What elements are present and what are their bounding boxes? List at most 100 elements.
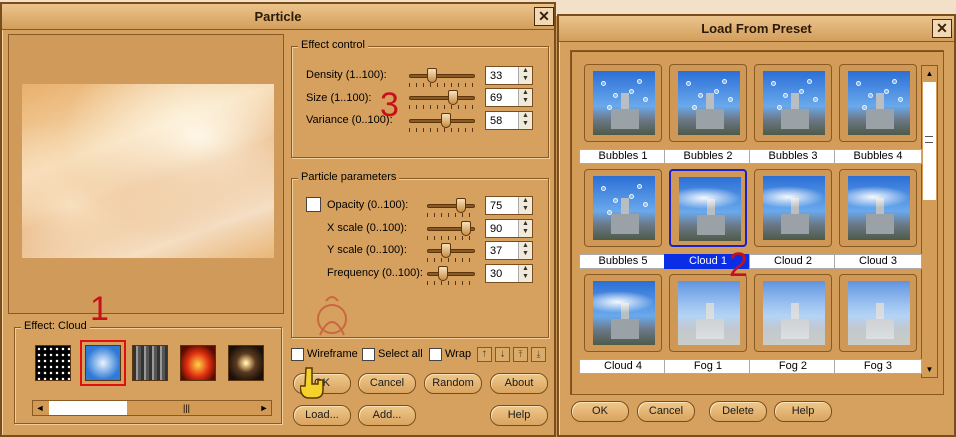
cloud-effect-thumb[interactable] [85, 345, 121, 381]
bubble-shape [698, 93, 703, 98]
preset-thumbnail [593, 71, 655, 135]
preset-tile[interactable] [669, 274, 747, 352]
preset-label[interactable]: Bubbles 3 [749, 149, 837, 164]
bubble-shape [643, 97, 648, 102]
preset-close-button[interactable]: ✕ [932, 19, 952, 38]
tower-shape [876, 93, 884, 109]
wireframe-checkbox[interactable] [291, 348, 304, 361]
preset-label[interactable]: Bubbles 4 [834, 149, 922, 164]
y-scale-value-field[interactable]: 37 ▲ ▼ [485, 241, 533, 260]
preset-label[interactable]: Fog 1 [664, 359, 752, 374]
tower-shape [621, 198, 629, 214]
frequency-value-field[interactable]: 30 ▲ ▼ [485, 264, 533, 283]
preset-scrollbar[interactable]: ▲ ▼ [921, 65, 938, 378]
cancel-button[interactable]: Cancel [358, 373, 416, 394]
wrap-checkbox[interactable] [429, 348, 442, 361]
bubble-shape [813, 97, 818, 102]
opacity-value-field[interactable]: 75 ▲ ▼ [485, 196, 533, 215]
x-scale-value: 90 [490, 223, 503, 235]
preset-label[interactable]: Cloud 2 [749, 254, 837, 269]
effect-scrollbar[interactable]: ◄ ||| ► [32, 400, 272, 416]
spin-arrows-icon[interactable]: ▲ ▼ [518, 220, 532, 237]
variance-value-field[interactable]: 58 ▲ ▼ [485, 111, 533, 130]
preset-tile[interactable] [839, 169, 917, 247]
preset-tile[interactable] [584, 64, 662, 142]
bubble-shape [714, 89, 719, 94]
move-bottom-icon[interactable]: ⤓ [531, 347, 546, 362]
preset-tile[interactable] [754, 169, 832, 247]
density-value-field[interactable]: 33 ▲ ▼ [485, 66, 533, 85]
density-slider-track[interactable] [409, 74, 475, 78]
preset-tile[interactable] [669, 169, 747, 247]
x-scale-slider-thumb[interactable] [461, 221, 472, 236]
spin-arrows-icon[interactable]: ▲ ▼ [518, 89, 532, 106]
preset-label[interactable]: Bubbles 2 [664, 149, 752, 164]
preset-tile[interactable] [839, 64, 917, 142]
y-scale-slider-thumb[interactable] [441, 243, 452, 258]
x-scale-value-field[interactable]: 90 ▲ ▼ [485, 219, 533, 238]
bubble-shape [637, 79, 642, 84]
preset-titlebar[interactable]: Load From Preset ✕ [559, 16, 954, 42]
size-slider-thumb[interactable] [447, 90, 458, 105]
scroll-down-button[interactable]: ▼ [922, 362, 937, 377]
preset-tile[interactable] [584, 274, 662, 352]
preset-tile[interactable] [754, 274, 832, 352]
size-value-field[interactable]: 69 ▲ ▼ [485, 88, 533, 107]
frequency-slider-thumb[interactable] [438, 266, 449, 281]
preset-ok-button[interactable]: OK [571, 401, 629, 422]
density-value: 33 [490, 70, 503, 82]
opacity-slider-track[interactable] [427, 204, 475, 208]
spin-arrows-icon[interactable]: ▲ ▼ [518, 242, 532, 259]
preset-delete-button[interactable]: Delete [709, 401, 767, 422]
preset-tile[interactable] [584, 169, 662, 247]
particle-titlebar[interactable]: Particle ✕ [2, 4, 554, 30]
opacity-slider-thumb[interactable] [455, 198, 466, 213]
preset-label[interactable]: Bubbles 5 [579, 254, 667, 269]
building-shape [866, 109, 894, 129]
variance-slider-thumb[interactable] [441, 113, 452, 128]
preset-thumbnail [593, 281, 655, 345]
random-button[interactable]: Random [424, 373, 482, 394]
about-button[interactable]: About [490, 373, 548, 394]
size-slider-ticks [409, 105, 475, 109]
frequency-slider-track[interactable] [427, 272, 475, 276]
preset-cancel-button[interactable]: Cancel [637, 401, 695, 422]
scroll-thumb[interactable] [49, 401, 127, 415]
opacity-slider-ticks [427, 213, 475, 217]
help-button[interactable]: Help [490, 405, 548, 426]
add-button[interactable]: Add... [358, 405, 416, 426]
scroll-left-button[interactable]: ◄ [33, 401, 47, 415]
preset-tile[interactable] [839, 274, 917, 352]
fog-shape [763, 281, 825, 345]
scroll-up-button[interactable]: ▲ [922, 66, 937, 81]
spin-arrows-icon[interactable]: ▲ ▼ [518, 265, 532, 282]
preset-help-button[interactable]: Help [774, 401, 832, 422]
spin-arrows-icon[interactable]: ▲ ▼ [518, 112, 532, 129]
sparkle-effect-thumb[interactable] [228, 345, 264, 381]
move-top-icon[interactable]: ⤒ [513, 347, 528, 362]
preset-label[interactable]: Cloud 3 [834, 254, 922, 269]
close-button[interactable]: ✕ [534, 7, 554, 26]
move-up-icon[interactable]: ⭡ [477, 347, 492, 362]
bubble-shape [607, 105, 612, 110]
preset-label[interactable]: Bubbles 1 [579, 149, 667, 164]
rain-effect-thumb[interactable] [132, 345, 168, 381]
preset-label[interactable]: Fog 2 [749, 359, 837, 374]
size-slider-track[interactable] [409, 96, 475, 100]
move-down-icon[interactable]: ⭣ [495, 347, 510, 362]
preset-thumbnail [763, 281, 825, 345]
stars-effect-thumb[interactable] [35, 345, 71, 381]
opacity-checkbox[interactable] [306, 197, 321, 212]
fire-effect-thumb[interactable] [180, 345, 216, 381]
spin-arrows-icon[interactable]: ▲ ▼ [518, 197, 532, 214]
load-button[interactable]: Load... [293, 405, 351, 426]
preset-label[interactable]: Cloud 4 [579, 359, 667, 374]
preset-label[interactable]: Fog 3 [834, 359, 922, 374]
density-slider-thumb[interactable] [427, 68, 438, 83]
scroll-right-button[interactable]: ► [257, 401, 271, 415]
preset-tile[interactable] [669, 64, 747, 142]
preset-tile[interactable] [754, 64, 832, 142]
preset-thumbnail [678, 281, 740, 345]
select-all-checkbox[interactable] [362, 348, 375, 361]
spin-arrows-icon[interactable]: ▲ ▼ [518, 67, 532, 84]
